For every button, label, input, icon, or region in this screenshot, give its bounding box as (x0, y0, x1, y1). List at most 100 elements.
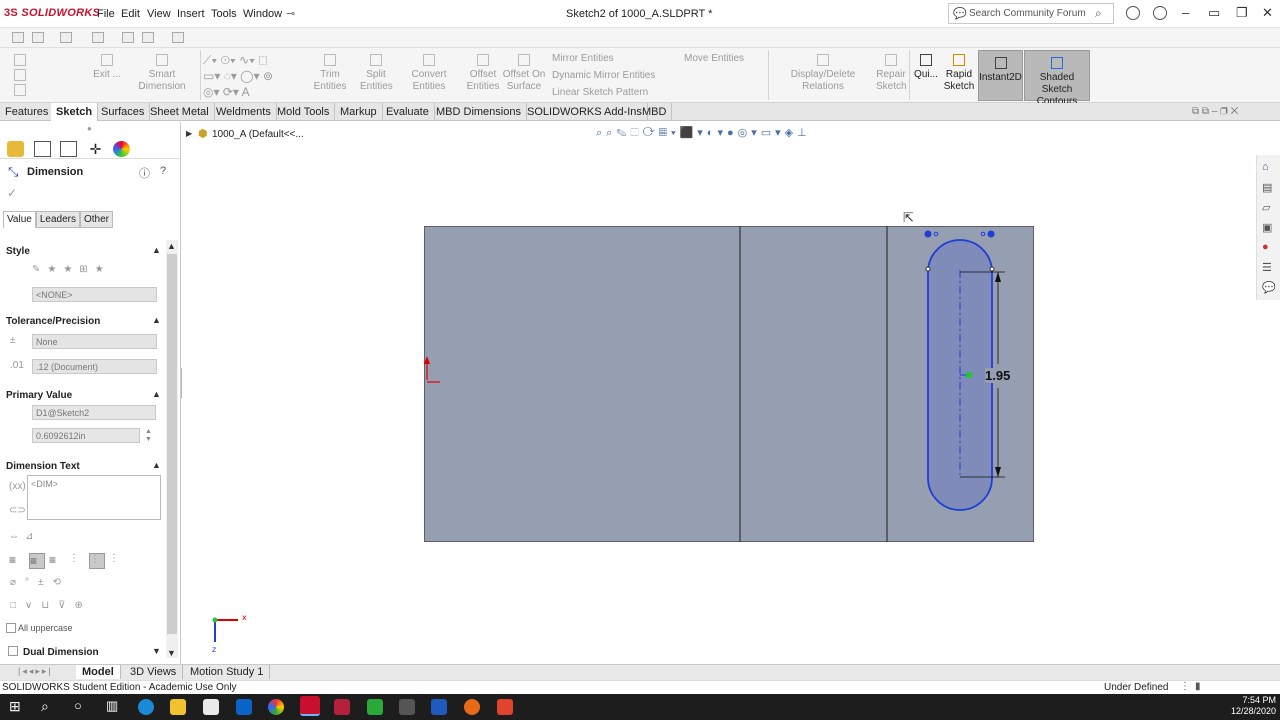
firefox-icon[interactable] (464, 699, 480, 715)
cortana-icon[interactable]: ○ (74, 698, 82, 713)
expand-dual-icon[interactable]: ▼ (152, 646, 161, 656)
task-properties-icon[interactable]: ☰ (1262, 261, 1272, 274)
tab-surfaces[interactable]: Surfaces (96, 103, 151, 121)
user-icon[interactable] (1126, 6, 1140, 20)
exit-sketch-button[interactable]: Exit ... (92, 54, 122, 81)
flyout-tree-root[interactable]: 1000_A (Default<<... (212, 129, 304, 140)
new-icon[interactable] (32, 32, 44, 43)
align-left-icon[interactable]: ≡ (9, 553, 25, 569)
undo-icon[interactable] (172, 32, 184, 43)
section-style[interactable]: Style (6, 246, 30, 257)
text-justify-icons-a[interactable]: ⇔⊿ (9, 531, 39, 542)
app-camera-icon[interactable] (399, 699, 415, 715)
store-icon[interactable] (203, 699, 219, 715)
help-icon[interactable]: ? (160, 165, 166, 177)
section-tolerance[interactable]: Tolerance/Precision (6, 316, 100, 327)
feature-manager-icon[interactable] (7, 141, 24, 157)
tab-sketch[interactable]: Sketch (51, 103, 99, 121)
repair-sketch-button[interactable]: Repair Sketch (876, 54, 907, 93)
tab-motion-study[interactable]: Motion Study 1 (184, 665, 271, 679)
tab-solidworks-addins[interactable]: SOLIDWORKS Add-Ins (522, 103, 648, 121)
symbol-icons-row2[interactable]: □∨⊔⊽⊕ (10, 600, 92, 611)
task-appearances-icon[interactable]: ● (1262, 241, 1269, 253)
heads-up-view-toolbar[interactable]: ⌕⌕✎⬚⟳▦▾⬛▾◐▾●◎▾▭▾◈⊥ (596, 126, 811, 140)
section-primary-value[interactable]: Primary Value (6, 390, 72, 401)
dual-dimension-checkbox[interactable] (8, 646, 18, 656)
task-view-icon[interactable]: ▥ (106, 698, 118, 714)
tab-mold-tools[interactable]: Mold Tools (272, 103, 336, 121)
chrome-icon[interactable] (268, 699, 284, 715)
app-orange-icon[interactable] (497, 699, 513, 715)
dimension-text-box[interactable]: <DIM> (27, 475, 161, 520)
word-icon[interactable] (431, 699, 447, 715)
relation-marker-icon[interactable] (924, 230, 932, 238)
task-home-icon[interactable]: ⌂ (1262, 161, 1269, 173)
task-explorer-icon[interactable]: ▣ (1262, 221, 1272, 234)
style-icons[interactable]: ✎★★⊞★ (32, 264, 111, 275)
precision-select[interactable]: .12 (Document) (32, 359, 157, 374)
tab-weldments[interactable]: Weldments (211, 103, 277, 121)
configuration-manager-icon[interactable] (60, 141, 77, 157)
relation-marker-icon[interactable] (933, 231, 939, 237)
valign-bottom-icon[interactable]: ⋮ (109, 553, 125, 569)
shaded-sketch-contours-button[interactable]: Shaded Sketch Contours (1024, 50, 1090, 107)
sketch-svg[interactable] (420, 222, 1040, 547)
doc-window-controls[interactable]: ⧉ ⧉ – ❐ ✕ (1192, 106, 1238, 117)
quick-snaps-button[interactable]: Qui... (912, 54, 940, 81)
section-dual-dimension[interactable]: Dual Dimension (23, 647, 99, 658)
dimxpert-icon[interactable]: ✛ (87, 141, 104, 157)
relation-marker-icon[interactable] (980, 231, 986, 237)
collapse-tolerance-icon[interactable]: ▲ (152, 315, 161, 325)
subtab-other[interactable]: Other (79, 211, 113, 228)
search-icon[interactable]: ⌕ (1095, 6, 1102, 21)
instant2d-button[interactable]: Instant2D (978, 50, 1023, 101)
appearance-icon[interactable] (113, 141, 130, 157)
menu-tools[interactable]: Tools (211, 8, 237, 20)
tab-mbd-dimensions[interactable]: MBD Dimensions (431, 103, 527, 121)
search-input[interactable]: 💬 Search Community Forum ⌕ (948, 3, 1114, 24)
taskbar-search-icon[interactable]: ⌕ (41, 698, 49, 715)
menu-window[interactable]: Window (243, 8, 282, 20)
pin-icon[interactable]: ⊸ (286, 7, 295, 20)
add-parentheses-icon[interactable]: (xx) (9, 481, 26, 492)
minimize-icon[interactable]: – (1182, 5, 1189, 20)
ok-icon[interactable]: ✓ (7, 186, 17, 200)
edge-icon[interactable] (138, 699, 154, 715)
dimension-value-label[interactable]: 1.95 (985, 368, 1011, 383)
value-spinner[interactable]: ▲ ▼ (145, 428, 152, 444)
whats-wrong-icon[interactable]: ⓘ (139, 165, 150, 181)
smart-dimension-button[interactable]: Smart Dimension (126, 54, 198, 93)
linear-sketch-pattern-button[interactable]: Linear Sketch Pattern (552, 87, 648, 99)
panel-grip[interactable]: ● (87, 124, 92, 133)
valign-middle-icon[interactable]: ⋮ (89, 553, 105, 569)
restore-icon[interactable]: ❐ (1236, 5, 1248, 21)
help-icon[interactable] (1153, 6, 1167, 20)
outlook-icon[interactable] (236, 699, 252, 715)
menu-edit[interactable]: Edit (121, 8, 140, 20)
tab-evaluate[interactable]: Evaluate (381, 103, 435, 121)
split-entities-button[interactable]: Split Entities (360, 54, 393, 93)
save-icon[interactable] (92, 32, 104, 43)
offset-entities-button[interactable]: Offset Entities (466, 54, 500, 93)
open-icon[interactable] (60, 32, 72, 43)
home-icon[interactable] (12, 32, 24, 43)
app-green-icon[interactable] (367, 699, 383, 715)
options-icon[interactable] (142, 32, 154, 43)
menu-file[interactable]: File (97, 8, 115, 20)
uppercase-checkbox[interactable] (6, 623, 16, 633)
primary-name-field[interactable]: D1@Sketch2 (32, 405, 156, 420)
tab-model[interactable]: Model (76, 665, 121, 679)
inspection-icon[interactable]: ⊂⊃ (9, 505, 26, 516)
section-dimension-text[interactable]: Dimension Text (6, 461, 80, 472)
task-forum-icon[interactable]: 💬 (1262, 281, 1276, 294)
slot-endpoint-icon[interactable] (925, 266, 931, 272)
solidworks-taskbar-icon[interactable] (300, 696, 320, 716)
menu-insert[interactable]: Insert (177, 8, 205, 20)
mirror-entities-button[interactable]: Mirror Entities (552, 53, 614, 65)
display-delete-relations-button[interactable]: Display/Delete Relations (772, 54, 874, 93)
trim-entities-button[interactable]: Trim Entities (304, 54, 356, 93)
convert-entities-button[interactable]: Convert Entities (396, 54, 462, 93)
menu-view[interactable]: View (147, 8, 171, 20)
dynamic-mirror-button[interactable]: Dynamic Mirror Entities (552, 70, 655, 82)
rapid-sketch-button[interactable]: Rapid Sketch (942, 54, 976, 93)
